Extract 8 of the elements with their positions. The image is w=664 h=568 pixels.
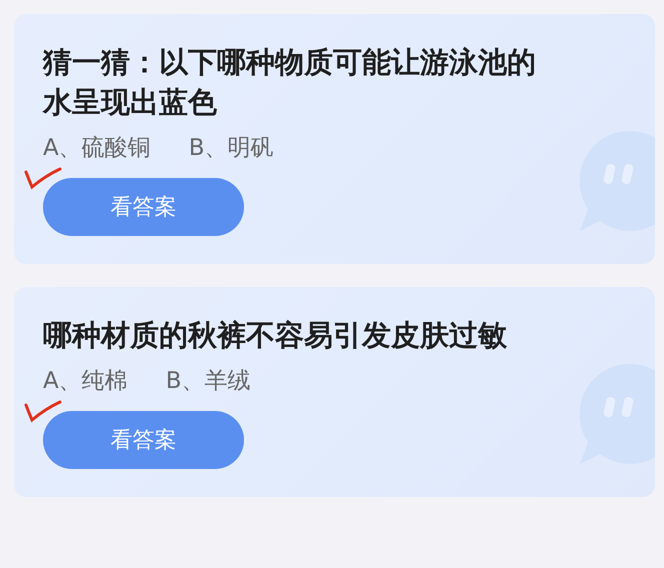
question-text: 猜一猜：以下哪种物质可能让游泳池的水呈现出蓝色 xyxy=(43,44,537,121)
option-text: A、纯棉 xyxy=(43,367,128,396)
option-text: B、羊绒 xyxy=(166,367,251,396)
question-text: 哪种材质的秋裤不容易引发皮肤过敏 xyxy=(43,317,508,354)
option-text: B、明矾 xyxy=(188,134,274,163)
view-answer-button[interactable]: 看答案 xyxy=(43,178,244,236)
option-text: A、硫酸铜 xyxy=(43,134,151,163)
view-answer-button[interactable]: 看答案 xyxy=(43,411,244,469)
